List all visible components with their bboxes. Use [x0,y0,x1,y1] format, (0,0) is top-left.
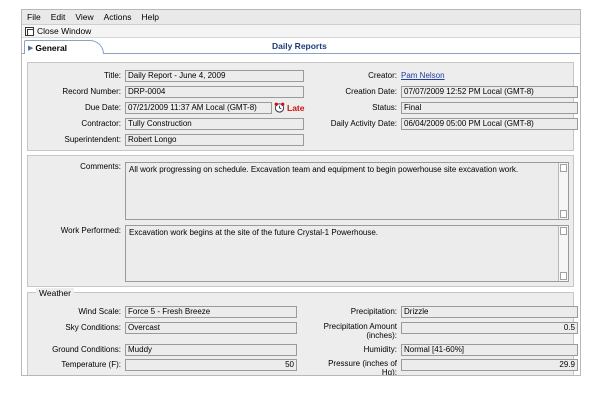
weather-legend: Weather [36,288,74,298]
status-label: Status: [372,103,397,112]
menu-actions[interactable]: Actions [99,10,137,25]
late-label: Late [287,102,305,113]
status-field[interactable]: Final [401,102,578,114]
work-performed-text: Excavation work begins at the site of th… [129,228,379,237]
menu-view[interactable]: View [70,10,98,25]
due-date-label: Due Date: [84,103,121,112]
wind-scale-label: Wind Scale: [78,307,121,316]
superintendent-label: Superintendent: [64,135,122,144]
late-alarm-icon [274,102,285,113]
page-title: Daily Reports [272,41,327,51]
daily-activity-date-field[interactable]: 06/04/2009 05:00 PM Local (GMT-8) [401,118,578,130]
work-performed-textarea[interactable]: Excavation work begins at the site of th… [125,225,569,282]
pressure-label: Pressure (inches of [328,359,397,368]
weather-section: Weather Wind Scale: Force 5 - Fresh Bree… [27,288,578,376]
pressure-field[interactable]: 29.9 [401,359,578,371]
toolbar: Close Window [22,25,580,38]
pressure-unit-label: Hg): [381,368,397,376]
notes-section: Comments: All work progressing on schedu… [27,155,574,287]
menu-bar: File Edit View Actions Help [22,10,580,25]
menu-help[interactable]: Help [137,10,164,25]
comments-textarea[interactable]: All work progressing on schedule. Excava… [125,162,569,220]
sky-conditions-field[interactable]: Overcast [125,322,297,334]
work-performed-label: Work Performed: [60,226,121,235]
creator-link[interactable]: Pam Nelson [401,71,445,80]
tab-general[interactable]: ▶ General [24,40,104,54]
comments-text: All work progressing on schedule. Excava… [129,165,519,174]
temperature-label: Temperature (F): [61,360,121,369]
title-field[interactable]: Daily Report - June 4, 2009 [125,70,304,82]
ground-conditions-field[interactable]: Muddy [125,344,297,356]
precipitation-amount-field[interactable]: 0.5 [401,322,578,334]
record-number-field[interactable]: DRP-0004 [125,86,304,98]
sky-conditions-label: Sky Conditions: [65,323,121,332]
late-indicator: Late [274,102,304,113]
details-section: Title: Daily Report - June 4, 2009 Recor… [27,62,578,151]
scroll-up-arrow-icon[interactable] [560,227,567,235]
wind-scale-field[interactable]: Force 5 - Fresh Breeze [125,306,297,318]
humidity-field[interactable]: Normal [41-60%] [401,344,578,356]
precipitation-label: Precipitation: [350,307,397,316]
contractor-field[interactable]: Tully Construction [125,118,304,130]
app-window: File Edit View Actions Help Close Window… [21,9,581,376]
scroll-up-arrow-icon[interactable] [560,164,567,172]
contractor-label: Contractor: [81,119,121,128]
scroll-down-arrow-icon[interactable] [560,272,567,280]
tab-arrow-icon: ▶ [28,44,34,52]
title-label: Title: [103,71,121,80]
menu-edit[interactable]: Edit [46,10,71,25]
creation-date-field[interactable]: 07/07/2009 12:52 PM Local (GMT-8) [401,86,578,98]
tab-general-label: General [35,42,68,53]
record-number-label: Record Number: [62,87,121,96]
superintendent-field[interactable]: Robert Longo [125,134,304,146]
work-performed-scrollbar[interactable] [558,226,568,281]
ground-conditions-label: Ground Conditions: [52,345,121,354]
comments-scrollbar[interactable] [558,163,568,219]
due-date-field[interactable]: 07/21/2009 11:37 AM Local (GMT-8) [125,102,272,114]
precipitation-amount-unit-label: (inches): [366,331,397,340]
daily-activity-date-label: Daily Activity Date: [330,119,397,128]
close-window-icon [25,26,34,36]
menu-file[interactable]: File [22,10,46,25]
close-window-label: Close Window [37,26,92,36]
precipitation-field[interactable]: Drizzle [401,306,578,318]
scroll-down-arrow-icon[interactable] [560,210,567,218]
creator-label: Creator: [368,71,397,80]
humidity-label: Humidity: [363,345,397,354]
close-window-button[interactable]: Close Window [25,26,91,36]
temperature-field[interactable]: 50 [125,359,297,371]
precipitation-amount-label: Precipitation Amount [323,322,397,331]
creation-date-label: Creation Date: [345,87,397,96]
tab-bar: ▶ General Daily Reports [22,38,580,54]
comments-label: Comments: [80,162,121,171]
